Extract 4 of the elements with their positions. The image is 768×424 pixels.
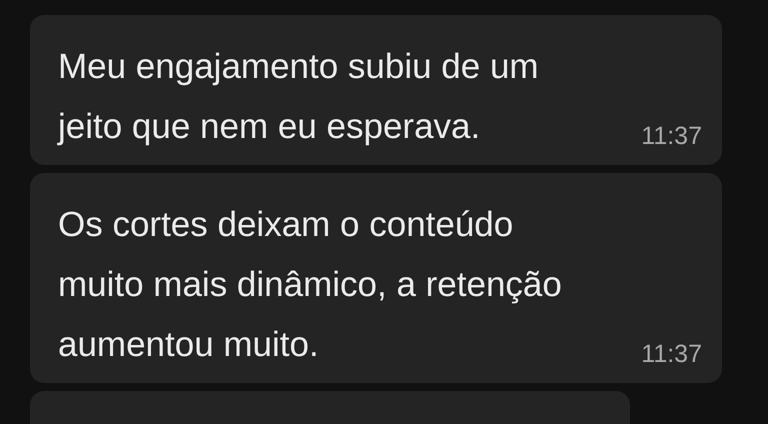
message-time: 11:37 <box>641 121 702 151</box>
message-text: Os cortes deixam o conteúdo muito mais dinâmico, a retenção aumentou muito. <box>58 204 562 366</box>
message-text: Meu engajamento subiu de um jeito que nem eu esperava. <box>58 46 539 148</box>
message-time: 11:37 <box>641 339 702 369</box>
